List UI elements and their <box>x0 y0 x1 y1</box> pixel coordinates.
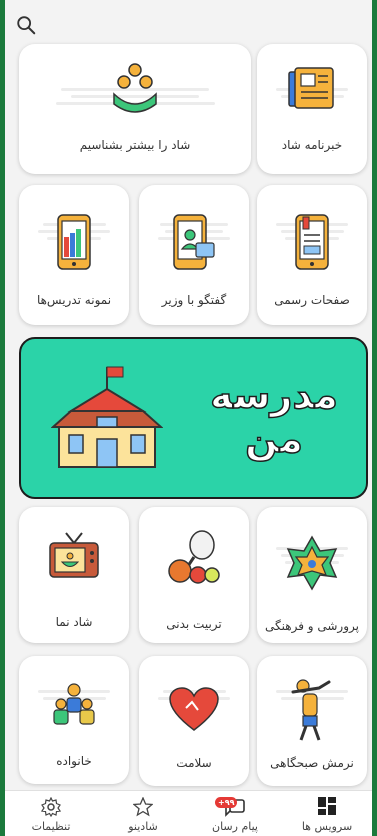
bottom-nav: تنظیمات شادینو +۹۹ پیام رسان سرویس ها <box>5 790 372 836</box>
card-label: نمونه تدریس‌ها <box>36 293 112 307</box>
card-label: نرمش صبحگاهی <box>270 756 354 770</box>
newspaper-icon <box>288 67 334 109</box>
card-health[interactable]: سلامت <box>139 656 249 786</box>
gear-icon <box>41 797 61 817</box>
card-label: سلامت <box>176 756 212 770</box>
sport-balls-icon <box>168 530 220 584</box>
unread-badge: +۹۹ <box>215 797 238 808</box>
school-building-icon <box>51 366 163 468</box>
card-label: تربیت بدنی <box>166 617 222 631</box>
nav-label: سرویس ها <box>301 820 353 833</box>
card-sport[interactable]: تربیت بدنی <box>139 507 249 643</box>
phone-document-icon <box>295 214 329 270</box>
card-label: پرورشی و فرهنگی <box>265 619 359 633</box>
phone-books-icon <box>57 214 91 270</box>
banner-title-line1: مدرسه <box>209 372 338 418</box>
family-icon <box>53 683 95 725</box>
shad-logo-icon <box>113 63 157 113</box>
card-shadnama[interactable]: شاد نما <box>19 507 129 643</box>
heart-icon <box>169 687 219 731</box>
nav-label: پیام رسان <box>212 820 258 833</box>
card-label: خبرنامه شاد <box>281 138 343 152</box>
card-minister[interactable]: گفتگو با وزیر <box>139 185 249 325</box>
card-exercise[interactable]: نرمش صبحگاهی <box>257 656 367 786</box>
nav-services[interactable]: سرویس ها <box>281 791 372 836</box>
exercise-person-icon <box>291 679 331 741</box>
card-label: خانواده <box>56 754 92 768</box>
card-family[interactable]: خانواده <box>19 656 129 784</box>
card-official[interactable]: صفحات رسمی <box>257 185 367 325</box>
nav-messenger[interactable]: +۹۹ پیام رسان <box>189 791 281 836</box>
card-label: صفحات رسمی <box>274 293 350 307</box>
banner-title: مدرسه من <box>204 372 344 462</box>
card-label: شاد نما <box>55 615 93 629</box>
card-label: گفتگو با وزیر <box>161 293 227 307</box>
grid-icon <box>318 797 336 815</box>
tv-icon <box>49 532 99 578</box>
card-about-shad[interactable]: شاد را بیشتر بشناسیم <box>19 44 251 174</box>
app-frame: شاد را بیشتر بشناسیم خبرنامه شاد نمونه ت… <box>5 0 372 836</box>
nav-shadino[interactable]: شادینو <box>97 791 189 836</box>
search-icon[interactable] <box>15 14 37 36</box>
video-chat-icon <box>173 214 215 270</box>
nav-settings[interactable]: تنظیمات <box>5 791 97 836</box>
banner-title-line2: من <box>244 416 303 462</box>
card-news[interactable]: خبرنامه شاد <box>257 44 367 174</box>
star-icon <box>133 797 153 817</box>
star-ornament-icon <box>286 535 338 591</box>
card-samples[interactable]: نمونه تدریس‌ها <box>19 185 129 325</box>
my-school-banner[interactable]: مدرسه من <box>19 337 368 499</box>
card-label: شاد را بیشتر بشناسیم <box>79 138 191 152</box>
nav-label: شادینو <box>128 820 158 833</box>
nav-label: تنظیمات <box>31 820 71 833</box>
card-culture[interactable]: پرورشی و فرهنگی <box>257 507 367 643</box>
